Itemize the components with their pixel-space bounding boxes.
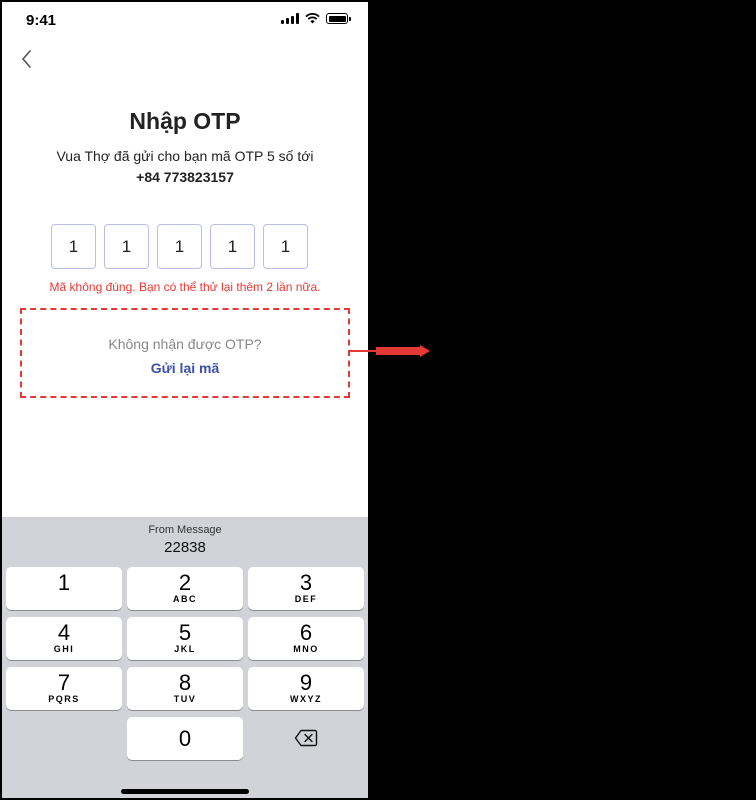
status-icons [281,13,351,24]
key-number: 4 [57,620,71,645]
key-7[interactable]: 7 PQRS [6,667,122,710]
phone-screen: 9:41 Nhập OTP Vua Thợ đã gửi cho bạn mã … [2,2,368,798]
key-number: 7 [57,670,71,695]
key-letters: TUV [173,694,197,704]
resend-question: Không nhận được OTP? [108,336,262,352]
suggestion-code[interactable]: 22838 [2,539,368,556]
key-number: 0 [178,726,192,751]
key-number: 3 [299,570,313,595]
otp-digit-input[interactable]: 1 [157,224,202,269]
key-number: 8 [178,670,192,695]
delete-key[interactable] [248,717,364,760]
key-8[interactable]: 8 TUV [127,667,243,710]
home-indicator[interactable] [121,789,249,794]
key-4[interactable]: 4 GHI [6,617,122,660]
otp-digit-input[interactable]: 1 [51,224,96,269]
wifi-icon [305,13,320,24]
key-letters: PQRS [48,694,80,704]
key-letters: JKL [174,644,196,654]
key-9[interactable]: 9 WXYZ [248,667,364,710]
key-letters: GHI [53,644,75,654]
key-1[interactable]: 1 [6,567,122,610]
annotation-arrow-body [376,347,420,355]
key-2[interactable]: 2 ABC [127,567,243,610]
key-letters: MNO [293,644,319,654]
annotation-arrow-icon [420,345,430,357]
key-0[interactable]: 0 [127,717,243,760]
battery-icon [326,13,351,24]
resend-highlight-box: Không nhận được OTP? Gửi lại mã [20,308,350,398]
otp-sent-message: Vua Thợ đã gửi cho bạn mã OTP 5 số tới [56,148,314,164]
key-number: 9 [299,670,313,695]
resend-code-link[interactable]: Gửi lại mã [22,360,348,376]
numeric-keyboard: From Message 22838 1 2 ABC 3 DEF 4 GHI 5… [2,517,368,798]
key-6[interactable]: 6 MNO [248,617,364,660]
key-letters: ABC [173,594,197,604]
otp-digit-input[interactable]: 1 [104,224,149,269]
suggestion-label: From Message [148,524,222,536]
error-message: Mã không đúng. Bạn có thể thử lại thêm 2… [49,280,321,294]
key-number: 1 [57,570,71,595]
backspace-icon [294,729,318,747]
key-letters: DEF [294,594,318,604]
key-number: 2 [178,570,192,595]
key-number: 5 [178,620,192,645]
key-letters: WXYZ [290,694,322,704]
key-5[interactable]: 5 JKL [127,617,243,660]
otp-digit-input[interactable]: 1 [210,224,255,269]
phone-number: +84 773823157 [136,169,234,185]
signal-icon [281,13,299,24]
otp-digit-input[interactable]: 1 [263,224,308,269]
back-chevron-icon[interactable] [18,46,40,72]
key-number: 6 [299,620,313,645]
key-3[interactable]: 3 DEF [248,567,364,610]
page-title: Nhập OTP [129,108,241,134]
status-time: 9:41 [26,12,57,29]
otp-input-group: 1 1 1 1 1 [51,224,308,269]
